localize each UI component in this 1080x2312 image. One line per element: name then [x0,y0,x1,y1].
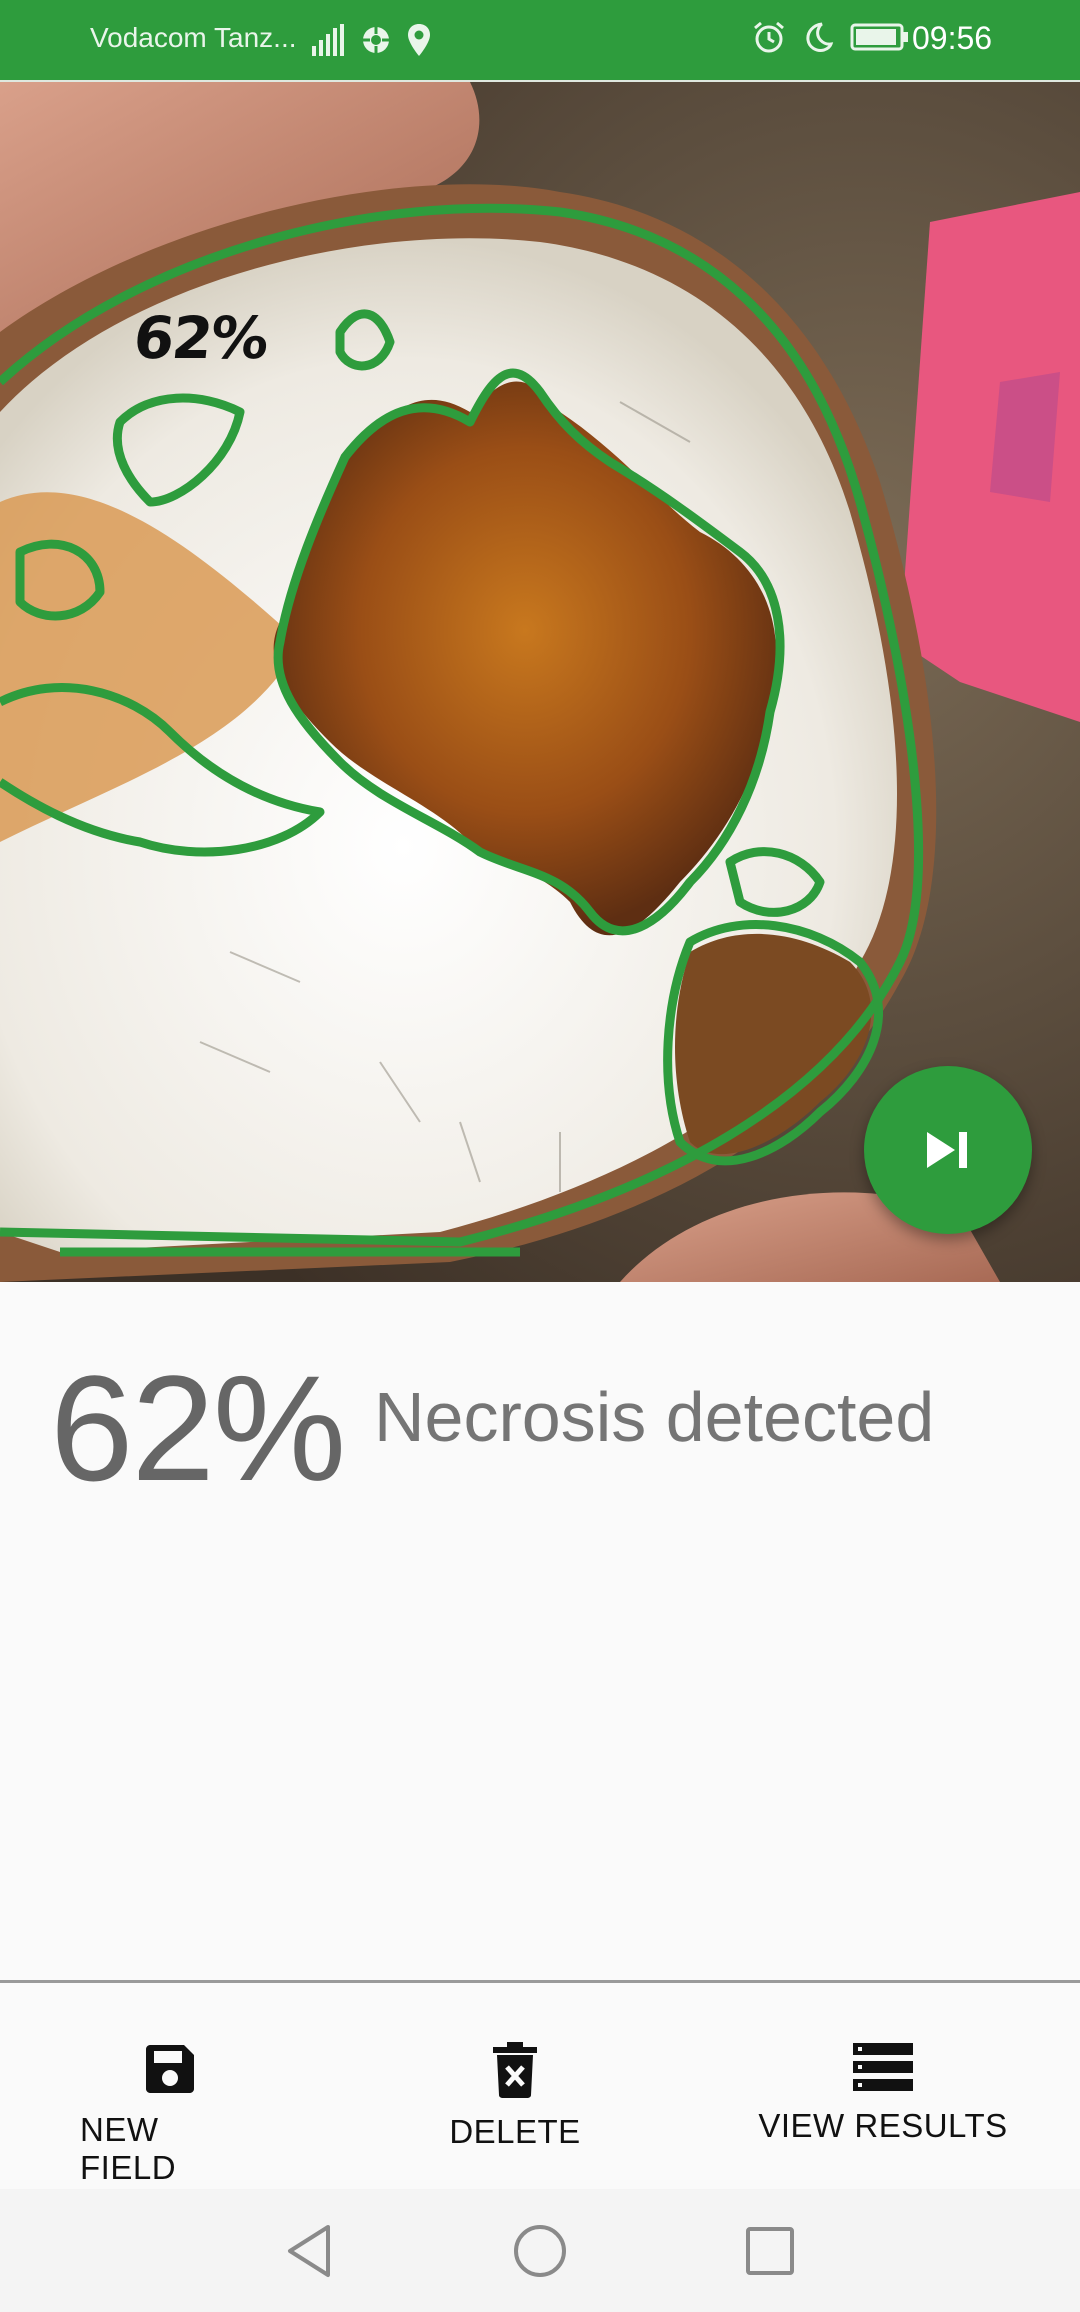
moon-icon [806,22,834,52]
overlay-percentage: 62% [130,304,271,372]
system-nav-bar [0,2189,1080,2312]
delete-label: DELETE [449,2113,581,2150]
view-results-button[interactable]: VIEW RESULTS [758,2041,1008,2145]
new-field-label: NEW FIELD [80,2111,177,2186]
location-icon [408,24,430,56]
signal-icon [312,24,344,56]
delete-button[interactable]: DELETE [430,2041,600,2151]
status-bar: Vodacom Tanz... 09:56 [0,0,1080,80]
carrier-name: Vodacom Tanz... [90,22,297,53]
list-icon [853,2043,913,2091]
necrosis-percentage: 62% [50,1344,346,1512]
recents-icon[interactable] [744,2223,796,2279]
result-label: Necrosis detected [374,1378,935,1456]
view-results-label: VIEW RESULTS [758,2107,1008,2144]
clock: 09:56 [912,20,993,56]
new-field-button[interactable]: NEW FIELD [80,2041,260,2187]
battery-icon [850,23,908,51]
skip-next-icon [927,1132,967,1168]
result-section: 62% Necrosis detected [0,1282,1080,1982]
home-icon[interactable] [512,2223,568,2279]
bottom-action-bar: NEW FIELD DELETE VIEW RESULTS [0,1983,1080,2189]
save-icon [146,2045,194,2093]
alarm-icon [754,21,784,53]
delete-icon [493,2042,537,2098]
back-icon[interactable] [284,2223,334,2279]
data-icon [363,27,389,53]
next-button[interactable] [864,1066,1032,1234]
